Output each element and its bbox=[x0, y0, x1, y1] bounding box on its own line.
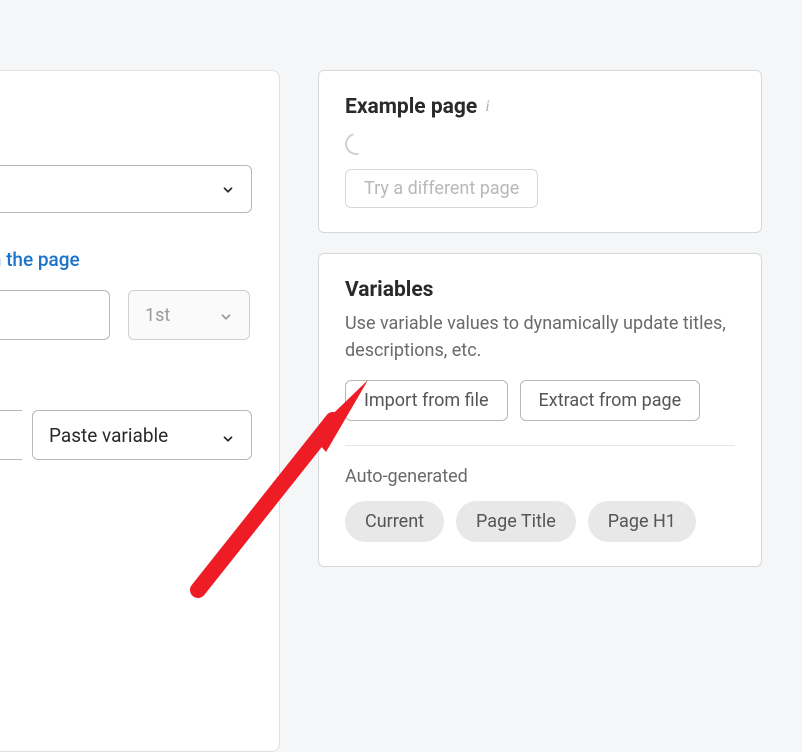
pill-page-h1[interactable]: Page H1 bbox=[588, 501, 696, 542]
loading-spinner-icon bbox=[341, 129, 371, 159]
variables-card: Variables Use variable values to dynamic… bbox=[318, 253, 762, 567]
import-from-file-button[interactable]: Import from file bbox=[345, 380, 508, 421]
chevron-down-icon bbox=[219, 308, 233, 322]
paste-variable-select[interactable]: Paste variable bbox=[32, 410, 252, 460]
ordinal-select[interactable]: 1st bbox=[128, 290, 250, 340]
example-page-title-text: Example page bbox=[345, 95, 477, 119]
selector-input[interactable] bbox=[0, 290, 110, 340]
example-page-card: Example page i Try a different page bbox=[318, 70, 762, 233]
pill-row: Current Page Title Page H1 bbox=[345, 501, 735, 542]
divider bbox=[345, 445, 735, 446]
right-column: Example page i Try a different page Vari… bbox=[318, 70, 762, 587]
try-different-page-button[interactable]: Try a different page bbox=[345, 169, 538, 208]
paste-variable-label: Paste variable bbox=[49, 424, 168, 447]
split-left-button[interactable] bbox=[0, 410, 22, 460]
pill-page-title[interactable]: Page Title bbox=[456, 501, 576, 542]
extract-from-page-button[interactable]: Extract from page bbox=[520, 380, 701, 421]
variables-title: Variables bbox=[345, 278, 735, 302]
auto-generated-label: Auto-generated bbox=[345, 466, 735, 487]
on-page-link[interactable]: on the page bbox=[0, 248, 80, 271]
type-dropdown[interactable] bbox=[0, 165, 252, 213]
variables-title-text: Variables bbox=[345, 278, 433, 302]
chevron-down-icon bbox=[221, 428, 235, 442]
info-icon[interactable]: i bbox=[485, 98, 489, 116]
variables-description: Use variable values to dynamically updat… bbox=[345, 310, 735, 364]
chevron-down-icon bbox=[221, 182, 235, 196]
variables-button-row: Import from file Extract from page bbox=[345, 380, 735, 421]
example-page-title: Example page i bbox=[345, 95, 735, 119]
ordinal-value: 1st bbox=[145, 305, 170, 326]
pill-current[interactable]: Current bbox=[345, 501, 444, 542]
